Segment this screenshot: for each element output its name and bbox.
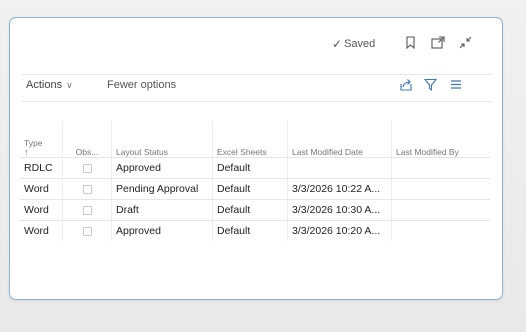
column-header-excel-sheets[interactable]: Excel Sheets [212,121,288,158]
chevron-down-icon: ∨ [66,79,73,90]
filter-icon[interactable] [423,78,438,93]
cell-obsolete [62,199,112,221]
cell-last-modified-date: 3/3/2026 10:30 A... [287,199,392,221]
collapse-icon[interactable] [459,36,472,51]
share-icon[interactable] [400,78,413,93]
cell-last-modified-date [287,157,392,179]
column-header-layout-status[interactable]: Layout Status [111,121,213,158]
fewer-options-button[interactable]: Fewer options [107,79,176,91]
cell-excel-sheets: Default [212,178,288,200]
cell-last-modified-by [391,220,490,241]
cell-layout-status: Pending Approval [111,178,213,200]
column-header-type[interactable]: Type ↑ [20,121,63,158]
cell-obsolete [62,178,112,200]
obsolete-checkbox[interactable] [82,184,92,194]
cell-layout-status: Draft [111,199,213,221]
table-row[interactable]: Word Pending Approval Default 3/3/2026 1… [20,178,490,200]
cell-last-modified-date: 3/3/2026 10:20 A... [287,220,392,241]
divider [22,101,492,102]
open-in-new-window-icon[interactable] [431,36,445,51]
obsolete-checkbox[interactable] [82,163,92,173]
table-header-row: Type ↑ Obs... Layout Status Excel Sheets… [20,121,490,158]
cell-layout-status: Approved [111,157,213,179]
cell-last-modified-date: 3/3/2026 10:22 A... [287,178,392,200]
cell-layout-status: Approved [111,220,213,241]
report-layouts-panel: ✓ Saved Actions ∨ Fewer options Type ↑ O… [9,17,503,300]
saved-status: ✓ Saved [332,37,375,51]
actions-menu-button[interactable]: Actions ∨ [26,79,73,91]
saved-label: Saved [344,38,376,50]
column-header-obsolete[interactable]: Obs... [62,121,112,158]
action-bar: Actions ∨ Fewer options [22,75,492,99]
list-view-icon[interactable] [450,79,462,92]
cell-obsolete [62,220,112,241]
cell-type: Word [20,178,63,200]
cell-type: RDLC [20,157,63,179]
obsolete-checkbox[interactable] [82,205,92,215]
table-row[interactable]: RDLC Approved Default [20,157,490,179]
checkmark-icon: ✓ [332,37,343,51]
column-header-last-modified-by[interactable]: Last Modified By [391,121,490,158]
table-row[interactable]: Word Approved Default 3/3/2026 10:20 A..… [20,220,490,241]
panel-header: ✓ Saved [10,18,502,74]
cell-last-modified-by [391,157,490,179]
cell-excel-sheets: Default [212,199,288,221]
sort-ascending-icon: ↑ [24,147,29,157]
cell-last-modified-by [391,178,490,200]
obsolete-checkbox[interactable] [82,226,92,236]
bookmark-icon[interactable] [405,36,416,51]
layouts-table: Type ↑ Obs... Layout Status Excel Sheets… [20,121,490,241]
column-header-last-modified-date[interactable]: Last Modified Date [287,121,392,158]
cell-excel-sheets: Default [212,157,288,179]
cell-type: Word [20,220,63,241]
table-row[interactable]: Word Draft Default 3/3/2026 10:30 A... [20,199,490,221]
cell-last-modified-by [391,199,490,221]
cell-excel-sheets: Default [212,220,288,241]
cell-type: Word [20,199,63,221]
actions-label: Actions [26,79,63,91]
cell-obsolete [62,157,112,179]
